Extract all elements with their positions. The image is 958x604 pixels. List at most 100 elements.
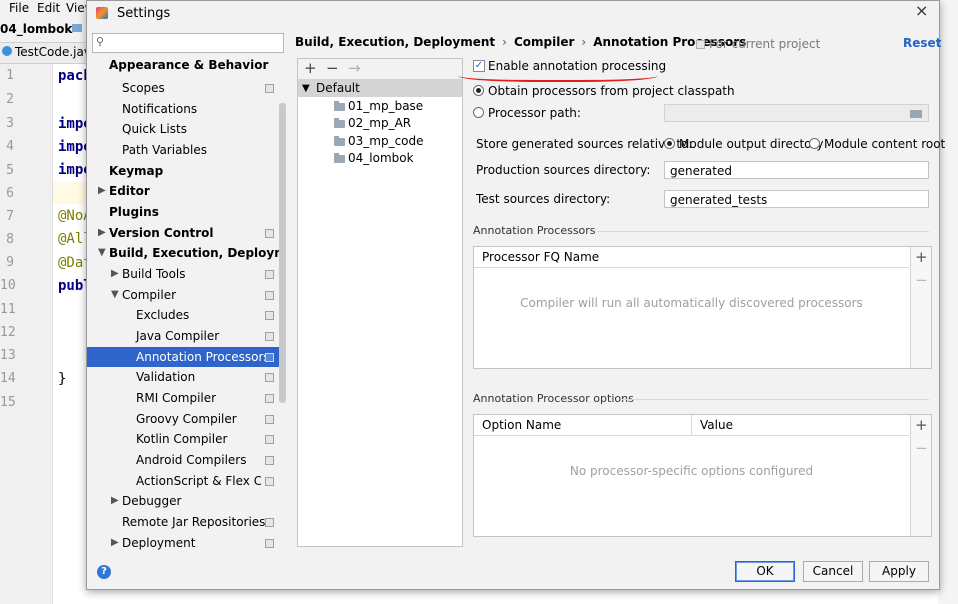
module-content-root-label[interactable]: Module content root (824, 137, 945, 151)
project-scope-icon (265, 539, 274, 548)
chevron-right-icon[interactable]: ▶ (111, 264, 119, 284)
profile-module[interactable]: 01_mp_base (334, 98, 462, 115)
line-number: 8 (6, 232, 14, 247)
module-folder-icon (334, 153, 345, 163)
test-sources-input[interactable]: generated_tests (664, 190, 929, 208)
tree-item-label: Notifications (122, 102, 198, 116)
tree-item-notifications[interactable]: Notifications (87, 99, 279, 119)
production-sources-input[interactable]: generated (664, 161, 929, 179)
project-scope-icon (696, 40, 705, 49)
profile-default[interactable]: ▼ Default (298, 80, 462, 97)
for-current-project-label: For current project (709, 37, 821, 51)
tree-item-rmi-compiler[interactable]: RMI Compiler (87, 388, 279, 408)
enable-annotation-checkbox[interactable]: ✓ (473, 60, 485, 72)
module-content-root-radio[interactable] (809, 138, 820, 149)
tree-item-scopes[interactable]: Scopes (87, 78, 279, 98)
add-profile-button[interactable]: + (304, 59, 317, 77)
settings-search[interactable]: ⚲ (92, 33, 284, 53)
tree-item-appearance[interactable]: Appearance & Behavior (87, 55, 279, 75)
tree-item-label: Path Variables (122, 143, 208, 157)
menu-file[interactable]: File (9, 1, 29, 15)
tree-item-excludes[interactable]: Excludes (87, 305, 279, 325)
chevron-down-icon[interactable]: ▼ (302, 80, 310, 97)
processor-path-field[interactable] (664, 104, 929, 122)
breadcrumb: Build, Execution, Deployment › Compiler › An… (295, 35, 746, 49)
remove-profile-button[interactable]: − (326, 59, 339, 77)
enable-annotation-label[interactable]: Enable annotation processing (488, 59, 666, 73)
tree-item-kotlin-compiler[interactable]: Kotlin Compiler (87, 429, 279, 449)
add-processor-button[interactable]: + (915, 248, 928, 266)
module-output-directory-radio[interactable] (664, 138, 675, 149)
tree-item-debugger[interactable]: ▶ Debugger (87, 491, 279, 511)
ok-button[interactable]: OK (735, 561, 795, 582)
profile-module[interactable]: 03_mp_code (334, 133, 462, 150)
menu-edit[interactable]: Edit (37, 1, 60, 15)
line-number: 9 (6, 255, 14, 270)
tree-scrollbar[interactable] (279, 103, 286, 403)
chevron-right-icon[interactable]: ▶ (98, 223, 106, 243)
module-folder-icon (334, 136, 345, 146)
tree-item-java-compiler[interactable]: Java Compiler (87, 326, 279, 346)
move-module-button[interactable]: → (348, 59, 361, 77)
red-underline-annotation (458, 74, 658, 82)
module-folder-icon (334, 101, 345, 111)
line-number: 3 (6, 116, 14, 131)
tree-item-actionscript-flex-compiler[interactable]: ActionScript & Flex Compiler (87, 471, 279, 491)
apply-button[interactable]: Apply (869, 561, 929, 582)
table-header: Option Name Value (474, 415, 909, 436)
tree-item-validation[interactable]: Validation (87, 367, 279, 387)
tree-item-plugins[interactable]: Plugins (87, 202, 279, 222)
tree-item-version-control[interactable]: ▶ Version Control (87, 223, 279, 243)
annotation-processors-table[interactable]: Processor FQ Name Compiler will run all … (473, 246, 932, 369)
tree-item-label: Remote Jar Repositories (122, 515, 266, 529)
module-folder-icon (334, 118, 345, 128)
line-number: 1 (6, 68, 14, 83)
line-number: 13 (0, 348, 16, 363)
option-name-column[interactable]: Option Name (482, 415, 561, 435)
processor-options-table[interactable]: Option Name Value No processor-specific … (473, 414, 932, 537)
processor-fq-name-column[interactable]: Processor FQ Name (482, 247, 599, 267)
tree-item-label: Validation (136, 370, 196, 384)
module-label: 04_lombok (348, 151, 414, 165)
processor-path-radio[interactable] (473, 107, 484, 118)
line-number: 5 (6, 163, 14, 178)
project-scope-icon (265, 291, 274, 300)
obtain-from-classpath-radio[interactable] (473, 85, 484, 96)
reset-link[interactable]: Reset (903, 36, 941, 50)
profile-module[interactable]: 04_lombok (334, 150, 462, 167)
code-line: } (58, 371, 67, 387)
chevron-right-icon[interactable]: ▶ (111, 491, 119, 511)
chevron-down-icon[interactable]: ▼ (98, 243, 106, 263)
search-input[interactable] (109, 35, 283, 51)
tree-item-path-variables[interactable]: Path Variables (87, 140, 279, 160)
chevron-down-icon[interactable]: ▼ (111, 285, 119, 305)
tree-item-editor[interactable]: ▶ Editor (87, 181, 279, 201)
tree-item-compiler[interactable]: ▼ Compiler (87, 285, 279, 305)
tree-item-annotation-processors[interactable]: Annotation Processors (87, 347, 279, 367)
tree-item-quick-lists[interactable]: Quick Lists (87, 119, 279, 139)
project-breadcrumb[interactable]: 04_lombok (0, 22, 72, 36)
processor-options-section-title: Annotation Processor options (473, 392, 634, 405)
tree-item-build-tools[interactable]: ▶ Build Tools (87, 264, 279, 284)
obtain-from-classpath-label[interactable]: Obtain processors from project classpath (488, 84, 735, 98)
remove-option-button[interactable]: − (915, 439, 928, 457)
tree-item-deployment[interactable]: ▶ Deployment (87, 533, 279, 553)
browse-folder-icon[interactable] (910, 110, 922, 118)
tree-item-android-compilers[interactable]: Android Compilers (87, 450, 279, 470)
add-option-button[interactable]: + (915, 416, 928, 434)
settings-tree: Appearance & Behavior Scopes Notificatio… (87, 53, 287, 555)
chevron-right-icon[interactable]: ▶ (111, 533, 119, 553)
close-icon[interactable]: × (915, 1, 928, 20)
remove-processor-button[interactable]: − (915, 271, 928, 289)
value-column[interactable]: Value (700, 415, 733, 435)
processor-path-label[interactable]: Processor path: (488, 106, 581, 120)
profile-module[interactable]: 02_mp_AR (334, 115, 462, 132)
tree-item-remote-jar-repositories[interactable]: Remote Jar Repositories (87, 512, 279, 532)
tree-item-build-execution-deployment[interactable]: ▼ Build, Execution, Deployment (87, 243, 279, 263)
tree-item-groovy-compiler[interactable]: Groovy Compiler (87, 409, 279, 429)
help-icon[interactable]: ? (97, 565, 111, 579)
chevron-right-icon[interactable]: ▶ (98, 181, 106, 201)
tree-item-keymap[interactable]: Keymap (87, 161, 279, 181)
cancel-button[interactable]: Cancel (803, 561, 863, 582)
module-output-directory-label[interactable]: Module output directory (679, 137, 824, 151)
